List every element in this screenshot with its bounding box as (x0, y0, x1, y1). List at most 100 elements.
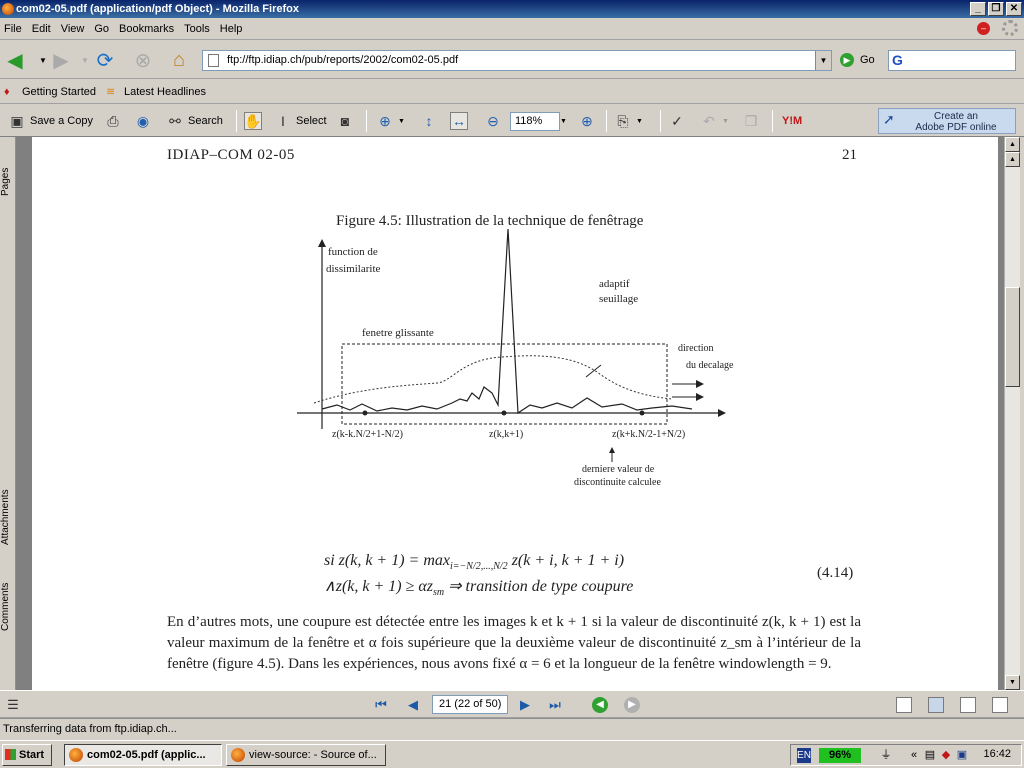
zoom-in-tool-button[interactable]: ⊕ ▼ (376, 111, 405, 131)
navigation-toolbar: ◀ ▼ ▶ ▼ ⟳ ⊗ ⌂ ftp://ftp.idiap.ch/pub/rep… (0, 41, 1024, 79)
facing-layout-icon[interactable] (960, 697, 976, 713)
label-window: fenetre glissante (362, 327, 434, 339)
x-axis-arrow (718, 409, 726, 417)
spellcheck-button[interactable]: ✓ (668, 111, 686, 131)
google-icon: G (892, 52, 903, 68)
restore-button[interactable]: ❐ (988, 2, 1004, 16)
last-page-button[interactable]: ⏭ (546, 696, 564, 714)
minus-circle-icon: ⊖ (487, 112, 499, 129)
yahoo-toolbar-button[interactable]: Y!M (782, 111, 802, 131)
snapshot-button[interactable]: ◙ (336, 111, 354, 131)
point-mid (501, 410, 507, 416)
stop-icon[interactable]: ⊗ (130, 48, 156, 72)
reload-icon[interactable]: ⟳ (92, 48, 118, 72)
network-icon[interactable]: ▣ (955, 748, 969, 763)
panel-toggle-icon[interactable]: ☰ (4, 696, 22, 714)
antivirus-icon[interactable]: ◆ (939, 748, 953, 763)
point-left (362, 410, 368, 416)
status-bar: Transferring data from ftp.idiap.ch... (0, 718, 1024, 740)
start-button[interactable]: Start (2, 744, 52, 766)
tab-pages[interactable]: Pages (0, 157, 16, 207)
page-number-field[interactable]: 21 (22 of 50) (432, 695, 508, 714)
menu-file[interactable]: File (2, 23, 30, 35)
search-button[interactable]: ⚯ Search (166, 111, 223, 131)
search-field[interactable]: G (888, 50, 1016, 71)
binoculars-icon: ⚯ (169, 112, 181, 129)
task-view-source[interactable]: view-source: - Source of... (226, 744, 386, 766)
start-label: Start (19, 749, 45, 761)
fit-page-button[interactable]: ↕ (420, 111, 438, 131)
firefox-icon (231, 748, 245, 762)
address-dropdown-icon[interactable]: ▼ (815, 51, 831, 70)
pdf-page: IDIAP–COM 02-05 21 Figure 4.5: Illustrat… (32, 137, 998, 690)
single-page-layout-icon[interactable] (896, 697, 912, 713)
scroll-page-up-button[interactable]: ▲ (1005, 137, 1020, 152)
show-hidden-icons[interactable]: « (907, 748, 921, 763)
task-label: view-source: - Source of... (249, 749, 377, 761)
continuous-layout-icon[interactable] (928, 697, 944, 713)
go-button[interactable]: ▶ Go (840, 53, 875, 67)
equation-line-1: si z(k, k + 1) = maxi=−N/2,...,N/2 z(k +… (324, 552, 625, 573)
bookmark-latest-headlines[interactable]: ≋ Latest Headlines (106, 86, 206, 98)
save-copy-button[interactable]: ▣ Save a Copy (8, 111, 93, 131)
back-arrow-icon[interactable]: ◀ (2, 48, 28, 72)
scroll-thumb[interactable] (1005, 287, 1020, 387)
zoom-in-button[interactable]: ⊕ (578, 111, 596, 131)
forward-arrow-icon[interactable]: ▶ (48, 48, 74, 72)
select-label: Select (296, 115, 327, 127)
menu-edit[interactable]: Edit (30, 23, 59, 35)
menu-tools[interactable]: Tools (182, 23, 218, 35)
document-rotate-icon: ⎘ (617, 112, 629, 129)
document-view[interactable]: IDIAP–COM 02-05 21 Figure 4.5: Illustrat… (16, 137, 1004, 690)
continuous-facing-layout-icon[interactable] (992, 697, 1008, 713)
copy-button[interactable]: ❐ (742, 111, 760, 131)
label-last-value-2: discontinuite calculee (574, 477, 661, 488)
menu-bookmarks[interactable]: Bookmarks (117, 23, 182, 35)
power-plug-icon[interactable]: ⏚ (879, 748, 893, 763)
menu-go[interactable]: Go (92, 23, 117, 35)
previous-view-button[interactable]: ◀ (592, 697, 608, 713)
direction-arrowhead-1 (696, 380, 704, 388)
tray-app-icon[interactable]: ▤ (923, 748, 937, 763)
next-page-button[interactable]: ▶ (516, 696, 534, 714)
zoom-field[interactable]: 118% (510, 112, 560, 131)
email-button[interactable]: ◉ (134, 111, 152, 131)
first-page-button[interactable]: ⏮ (372, 696, 390, 714)
hand-icon: ✋ (244, 112, 262, 130)
tab-comments[interactable]: Comments (0, 577, 16, 637)
body-paragraph: En d’autres mots, une coupure est détect… (167, 614, 861, 672)
tab-attachments[interactable]: Attachments (0, 482, 16, 552)
hand-tool-button[interactable]: ✋ (244, 111, 262, 131)
task-firefox-pdf[interactable]: com02-05.pdf (applic... (64, 744, 222, 766)
window-title: com02-05.pdf (application/pdf Object) - … (16, 3, 299, 15)
print-button[interactable]: ⎙ (104, 111, 122, 131)
printer-icon: ⎙ (107, 112, 119, 129)
home-icon[interactable]: ⌂ (166, 48, 192, 72)
figure-diagram (297, 228, 726, 462)
scroll-down-button[interactable]: ▼ (1005, 675, 1020, 690)
copy-icon: ❐ (744, 112, 758, 129)
previous-page-button[interactable]: ◀ (404, 696, 422, 714)
language-indicator[interactable]: EN (797, 748, 811, 763)
address-bar[interactable]: ftp://ftp.idiap.ch/pub/reports/2002/com0… (202, 50, 832, 71)
zoom-out-button[interactable]: ⊖ (484, 111, 502, 131)
stop-loading-icon[interactable]: – (977, 22, 990, 35)
zoom-dropdown[interactable]: ▼ (560, 111, 567, 131)
scroll-up-button[interactable]: ▲ (1005, 152, 1020, 167)
pdf-navigation-bar: ☰ ⏮ ◀ 21 (22 of 50) ▶ ⏭ ◀ ▶ (0, 690, 1024, 718)
next-view-button[interactable]: ▶ (624, 697, 640, 713)
rotate-view-button[interactable]: ⎘ ▼ (614, 111, 643, 131)
close-button[interactable]: ✕ (1006, 2, 1022, 16)
system-tray: EN 96% ⏚ « ▤ ◆ ▣ 16:42 (790, 744, 1022, 766)
menu-help[interactable]: Help (218, 23, 251, 35)
fit-width-button[interactable]: ↔ (450, 111, 468, 131)
vertical-scrollbar[interactable]: ▲ ▲ ▼ (1004, 137, 1020, 690)
undo-button[interactable]: ↶ ▼ (700, 111, 729, 131)
bookmark-getting-started[interactable]: ♦ Getting Started (4, 86, 96, 98)
select-tool-button[interactable]: I Select (274, 111, 327, 131)
menu-view[interactable]: View (59, 23, 93, 35)
create-pdf-online-button[interactable]: ➚ Create an Adobe PDF online (878, 108, 1016, 134)
pdf-toolbar: ▣ Save a Copy ⎙ ◉ ⚯ Search ✋ I Select ◙ … (0, 105, 1024, 137)
minimize-button[interactable]: _ (970, 2, 986, 16)
battery-indicator[interactable]: 96% (819, 748, 861, 763)
